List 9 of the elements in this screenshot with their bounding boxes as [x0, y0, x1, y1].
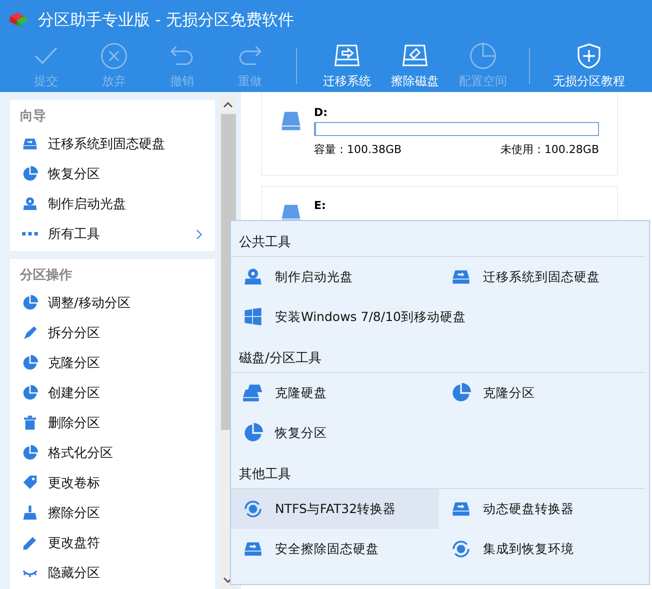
window-title: 分区助手专业版 - 无损分区免费软件	[38, 10, 294, 30]
partition-name: D:	[314, 106, 329, 119]
section-heading: 分区操作	[18, 267, 73, 285]
menu-section-heading: 磁盘/分区工具	[231, 337, 645, 373]
section-heading: 向导	[19, 108, 47, 126]
free-space-text: 未使用：100.28GB	[500, 142, 599, 157]
menu-section-heading: 公共工具	[231, 221, 645, 257]
capacity-text: 容量：100.38GB	[314, 142, 402, 157]
partition-name: E:	[314, 199, 327, 212]
